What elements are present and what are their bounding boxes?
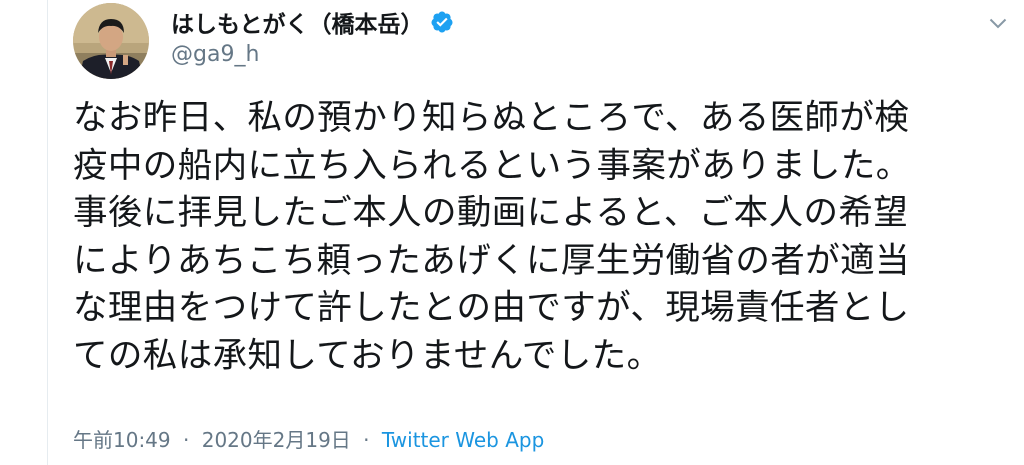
tweet-text: なお昨日、私の預かり知らぬところで、ある医師が検 疫中の船内に立ち入られるという… (73, 95, 1003, 380)
display-name[interactable]: はしもとがく（橋本岳） (171, 5, 424, 39)
tweet-text-line: 事後に拝見したご本人の動画によると、ご本人の希望 (73, 193, 909, 233)
tweet-menu-button[interactable] (983, 8, 1013, 38)
tweet-source-link[interactable]: Twitter Web App (382, 428, 544, 452)
tweet-text-line: によりあちこち頼ったあげくに厚生労働省の者が適当 (73, 240, 910, 281)
verified-badge-icon (431, 11, 453, 33)
tweet-metadata: 午前10:49 · 2020年2月19日 · Twitter Web App (73, 424, 544, 453)
tweet-text-line: ての私は承知しておりませんでした。 (73, 335, 662, 376)
user-name-row: はしもとがく（橋本岳） (171, 4, 454, 40)
user-handle[interactable]: @ga9_h (171, 42, 259, 67)
avatar[interactable] (73, 3, 149, 79)
separator: · (183, 428, 190, 452)
tweet-text-line: なお昨日、私の預かり知らぬところで、ある医師が検 (73, 98, 910, 138)
tweet-time[interactable]: 午前10:49 (73, 428, 171, 452)
tweet-text-line: 疫中の船内に立ち入られるという事案がありました。 (73, 145, 911, 186)
avatar-photo-icon (73, 3, 149, 79)
separator: · (363, 428, 370, 452)
left-border (47, 0, 48, 465)
tweet-text-line: な理由をつけて許したとの由ですが、現場責任者とし (73, 288, 910, 328)
tweet-date[interactable]: 2020年2月19日 (202, 428, 351, 452)
chevron-down-icon (989, 18, 1007, 28)
